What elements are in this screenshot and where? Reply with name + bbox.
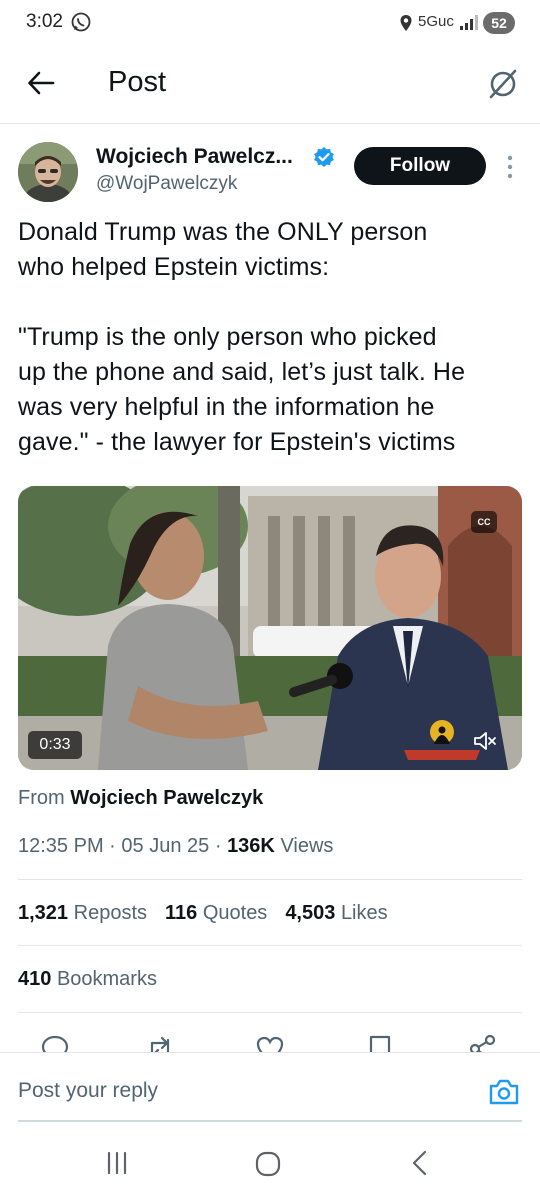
reposts-count: 1,321 (18, 902, 69, 924)
post-text-line: up the phone and said, let’s just talk. … (18, 358, 466, 386)
post-text-line: "Trump is the only person who picked (18, 323, 437, 351)
follow-button[interactable]: Follow (354, 147, 486, 185)
quotes-label: Quotes (202, 902, 268, 924)
avatar-image (18, 142, 78, 202)
post-text-line: gave." - the lawyer for Epstein's victim… (18, 428, 456, 456)
views-count: 136K (227, 835, 275, 857)
divider (18, 945, 522, 946)
repost-icon[interactable] (145, 1034, 175, 1052)
bookmarks-label: Bookmarks (56, 968, 157, 990)
likes-stat[interactable]: 4,503 Likes (285, 902, 387, 924)
from-label: From (18, 787, 65, 809)
separator: · (214, 835, 222, 857)
camera-icon[interactable] (488, 1076, 520, 1108)
page-title: Post (108, 66, 167, 98)
status-bar: 3:02 5Guc 52 (0, 0, 540, 48)
recent-apps-icon[interactable] (104, 1150, 130, 1176)
battery-icon: 52 (483, 12, 515, 34)
action-bar (0, 1030, 540, 1052)
reply-icon[interactable] (40, 1034, 70, 1052)
signal-icon (460, 15, 478, 30)
home-icon[interactable] (254, 1150, 282, 1178)
timestamp-line: 12:35 PM · 05 Jun 25 · 136K Views (18, 835, 333, 858)
reposts-label: Reposts (73, 902, 147, 924)
views-label: Views (280, 835, 334, 857)
engagement-stats: 1,321 Reposts 116 Quotes 4,503 Likes (18, 902, 388, 925)
bookmarks-count: 410 (18, 968, 52, 990)
post-text-line: who helped Epstein victims: (18, 253, 330, 281)
reposts-stat[interactable]: 1,321 Reposts (18, 902, 147, 924)
share-icon[interactable] (468, 1034, 498, 1052)
divider (18, 879, 522, 880)
location-icon (400, 15, 412, 31)
likes-label: Likes (340, 902, 388, 924)
divider (18, 1012, 522, 1013)
quotes-stat[interactable]: 116 Quotes (165, 902, 267, 924)
closed-captions-icon[interactable]: CC (471, 511, 497, 533)
post-date: 05 Jun 25 (121, 835, 210, 857)
bookmarks-stat[interactable]: 410 Bookmarks (18, 968, 157, 991)
reply-underline (18, 1120, 522, 1122)
from-name[interactable]: Wojciech Pawelczyk (70, 787, 263, 809)
author-name[interactable]: Wojciech Pawelcz... (96, 145, 293, 169)
avatar[interactable] (18, 142, 78, 202)
mute-icon[interactable] (471, 727, 499, 755)
divider (0, 1052, 540, 1053)
header-divider (0, 123, 540, 124)
back-arrow-icon[interactable] (26, 68, 56, 98)
quotes-count: 116 (165, 902, 198, 924)
network-type: 5Guc (418, 13, 454, 30)
like-icon[interactable] (255, 1034, 285, 1052)
status-time: 3:02 (26, 11, 63, 32)
system-nav-bar (0, 1130, 540, 1200)
from-line: From Wojciech Pawelczyk (18, 787, 263, 810)
video-duration: 0:33 (28, 731, 82, 759)
post-text-line: Donald Trump was the ONLY person (18, 218, 428, 246)
author-handle[interactable]: @WojPawelczyk (96, 173, 237, 195)
likes-count: 4,503 (285, 902, 336, 924)
grok-icon[interactable] (487, 68, 519, 100)
back-icon[interactable] (408, 1150, 434, 1176)
whatsapp-icon (71, 12, 91, 32)
reply-input[interactable]: Post your reply (18, 1079, 158, 1103)
more-options-icon[interactable] (503, 154, 517, 180)
post-text-line: was very helpful in the information he (18, 393, 435, 421)
verified-badge-icon (314, 147, 334, 167)
separator: · (109, 835, 116, 857)
bookmark-icon[interactable] (365, 1034, 395, 1052)
post-time: 12:35 PM (18, 835, 104, 857)
